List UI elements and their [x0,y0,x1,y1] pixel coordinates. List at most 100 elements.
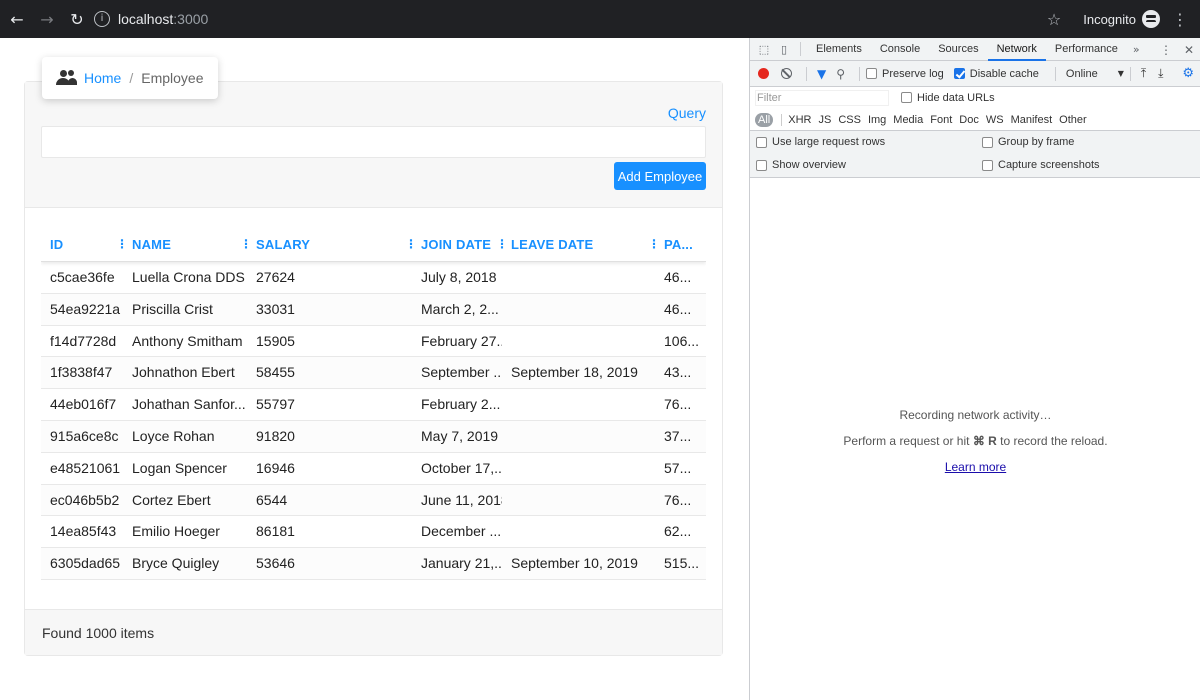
gear-icon[interactable]: ⚙ [1182,66,1194,81]
type-filter-css[interactable]: CSS [838,114,861,126]
type-filter-doc[interactable]: Doc [959,114,979,126]
group-by-frame-checkbox[interactable]: Group by frame [982,136,1074,148]
type-filter-all[interactable]: All [755,112,774,127]
type-filter-font[interactable]: Font [930,114,952,126]
reload-icon[interactable]: ↻ [64,6,90,32]
column-header-join-date[interactable]: JOIN DATE [412,227,491,262]
tab-elements[interactable]: Elements [807,38,871,61]
tab-performance[interactable]: Performance [1046,38,1127,61]
type-filter-other[interactable]: Other [1059,114,1087,126]
back-arrow-icon[interactable]: ← [4,6,30,32]
devtools-menu-icon[interactable]: ⋮ [1160,43,1172,57]
info-icon[interactable]: i [94,11,110,27]
cell-salary: 6544 [256,491,288,508]
type-filter-ws[interactable]: WS [986,114,1004,126]
incognito-icon[interactable] [1142,10,1160,28]
type-filter-img[interactable]: Img [868,114,886,126]
checkbox-icon[interactable] [756,159,767,171]
column-header-leave-date[interactable]: LEAVE DATE [502,227,593,262]
browser-menu-icon[interactable]: ⋮ [1172,10,1188,29]
cell-salary: 15905 [256,332,295,349]
filter-input[interactable]: Filter [755,89,889,106]
filter-bar: Filter Hide data URLs [750,87,1200,109]
devtools-panel: ⬚ ▯ Elements Console Sources Network Per… [749,38,1200,700]
table-body: c5cae36fe Luella Crona DDS 27624 July 8, 20… [41,262,706,580]
address-bar[interactable]: i localhost:3000 [94,7,208,31]
network-toolbar: ▼ ⚲ Preserve log Disable cache Online ▼ … [750,61,1200,87]
cell-join-date: October 17,... [421,459,502,476]
cell-name: Logan Spencer [132,459,227,476]
checkbox-checked-icon[interactable] [953,68,965,79]
add-employee-button[interactable]: Add Employee [614,162,706,190]
import-har-icon[interactable]: ⤒ [1141,66,1146,81]
tab-console[interactable]: Console [871,38,929,61]
close-icon[interactable]: ✕ [1184,43,1194,57]
checkbox-icon[interactable] [982,136,993,148]
cell-pa: 76... [664,491,692,508]
cell-id: 915a6ce8c [50,427,119,444]
cell-join-date: December ... [421,523,502,540]
breadcrumb-current: Employee [141,70,204,86]
checkbox-icon[interactable] [982,159,993,171]
url-host: localhost [118,11,174,27]
preserve-log-checkbox[interactable]: Preserve log [866,68,944,80]
throttle-select[interactable]: Online ▼ [1066,68,1124,80]
cell-salary: 91820 [256,427,295,444]
cell-pa: 62... [664,523,692,540]
found-count: Found 1000 items [42,625,155,641]
table-row[interactable]: 1f3838f47 Johnathon Ebert 58455 September .… [41,357,706,390]
cell-id: e48521061 [50,459,121,476]
checkbox-icon[interactable] [756,136,767,148]
column-header-salary[interactable]: SALARY [247,227,310,262]
table-row[interactable]: 6305dad65 Bryce Quigley 53646 January 21,..… [41,548,706,580]
devtools-tabbar: ⬚ ▯ Elements Console Sources Network Per… [750,38,1200,61]
export-har-icon[interactable]: ⤓ [1158,66,1163,81]
column-header-name[interactable]: NAME [123,227,171,262]
large-rows-checkbox[interactable]: Use large request rows [756,136,885,148]
column-header-id[interactable]: ID [41,227,63,262]
breadcrumb-home-link[interactable]: Home [84,70,121,86]
hide-data-urls-checkbox[interactable]: Hide data URLs [901,92,995,104]
type-filter-media[interactable]: Media [893,114,923,126]
query-link[interactable]: Query [668,105,706,121]
disable-cache-checkbox[interactable]: Disable cache [953,68,1039,80]
url-port: :3000 [173,11,209,27]
table-row[interactable]: 14ea85f43 Emilio Hoeger 86181 December ... 6… [41,516,706,549]
network-settings: Use large request rows Group by frame Sh… [750,131,1200,178]
cell-name: Anthony Smitham I [132,332,247,349]
table-row[interactable]: ec046b5b2 Cortez Ebert 6544 June 11, 2018 76… [41,484,706,517]
checkbox-icon[interactable] [901,92,912,103]
cell-id: 6305dad65 [50,555,121,572]
capture-screenshots-checkbox[interactable]: Capture screenshots [982,159,1100,171]
cell-name: Emilio Hoeger [132,523,220,540]
table-row[interactable]: 915a6ce8c Loyce Rohan 91820 May 7, 2019 37..… [41,420,706,453]
table-row[interactable]: f14d7728d Anthony Smitham I 15905 February … [41,325,706,358]
forward-arrow-icon[interactable]: → [34,6,60,32]
bookmark-star-icon[interactable]: ☆ [1047,10,1061,29]
search-icon[interactable]: ⚲ [836,67,845,81]
tab-network[interactable]: Network [987,38,1046,61]
show-overview-checkbox[interactable]: Show overview [756,159,846,171]
device-toggle-icon[interactable]: ▯ [774,39,794,59]
type-filter-manifest[interactable]: Manifest [1011,114,1053,126]
tab-sources[interactable]: Sources [929,38,987,61]
record-icon[interactable] [758,68,769,79]
type-filter-js[interactable]: JS [818,114,831,126]
type-filter-xhr[interactable]: XHR [788,114,811,126]
learn-more-link[interactable]: Learn more [945,460,1006,474]
clear-icon[interactable] [781,68,792,79]
table-row[interactable]: 44eb016f7 Johathan Sanfor... 55797 February… [41,389,706,421]
table-row[interactable]: e48521061 Logan Spencer 16946 October 17,..… [41,452,706,485]
table-row[interactable]: 54ea9221a Priscilla Crist 33031 March 2, 2.… [41,293,706,326]
query-input[interactable] [41,126,706,158]
cell-leave-date [502,485,655,517]
inspect-element-icon[interactable]: ⬚ [754,39,774,59]
checkbox-icon[interactable] [866,68,878,79]
cell-leave-date [502,294,655,326]
filter-icon[interactable]: ▼ [817,67,826,81]
column-header-pa[interactable]: PA... [655,227,693,262]
more-tabs-icon[interactable]: » [1127,43,1146,56]
resource-type-filters: All XHR JS CSS Img Media Font Doc WS Man… [750,109,1200,131]
cell-name: Johnathon Ebert [132,364,235,381]
table-row[interactable]: c5cae36fe Luella Crona DDS 27624 July 8, 20… [41,262,706,294]
